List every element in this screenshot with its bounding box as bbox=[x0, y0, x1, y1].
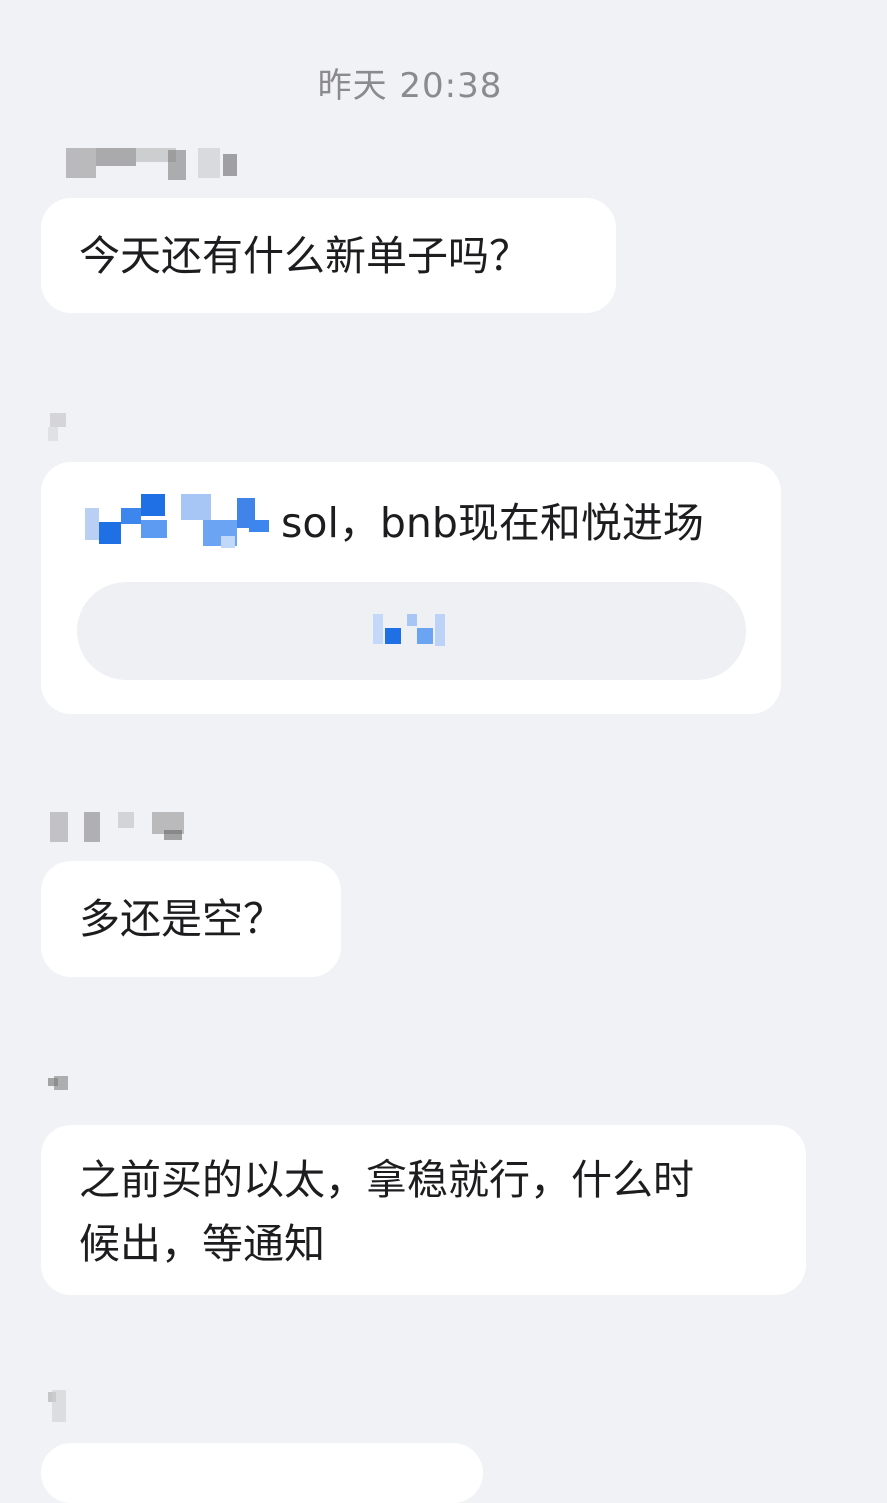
message-text-line-1: 之前买的以太，拿稳就行，什么时 bbox=[79, 1156, 694, 1204]
message-bubble[interactable] bbox=[41, 1443, 483, 1503]
message-bubble[interactable]: sol，bnb现在和悦进场 bbox=[41, 462, 781, 714]
mention-blurred bbox=[85, 492, 269, 552]
sender-name-blurred bbox=[48, 413, 88, 449]
message-text: 今天还有什么新单子吗？ bbox=[79, 232, 530, 280]
message-text: sol，bnb现在和悦进场 bbox=[281, 499, 704, 547]
sender-name-blurred bbox=[48, 148, 248, 184]
chat-timestamp: 昨天 20:38 bbox=[317, 66, 503, 106]
link-card[interactable] bbox=[77, 582, 746, 680]
message-bubble[interactable]: 今天还有什么新单子吗？ bbox=[41, 198, 616, 313]
message-bubble[interactable]: 之前买的以太，拿稳就行，什么时 候出，等通知 bbox=[41, 1125, 806, 1295]
sender-name-blurred bbox=[48, 1390, 78, 1426]
link-icon-blurred bbox=[373, 612, 453, 648]
sender-name-blurred bbox=[48, 1076, 78, 1112]
sender-name-blurred bbox=[48, 812, 198, 848]
message-text: 多还是空？ bbox=[79, 895, 284, 943]
message-text-line-2: 候出，等通知 bbox=[79, 1220, 325, 1268]
message-bubble[interactable]: 多还是空？ bbox=[41, 861, 341, 977]
